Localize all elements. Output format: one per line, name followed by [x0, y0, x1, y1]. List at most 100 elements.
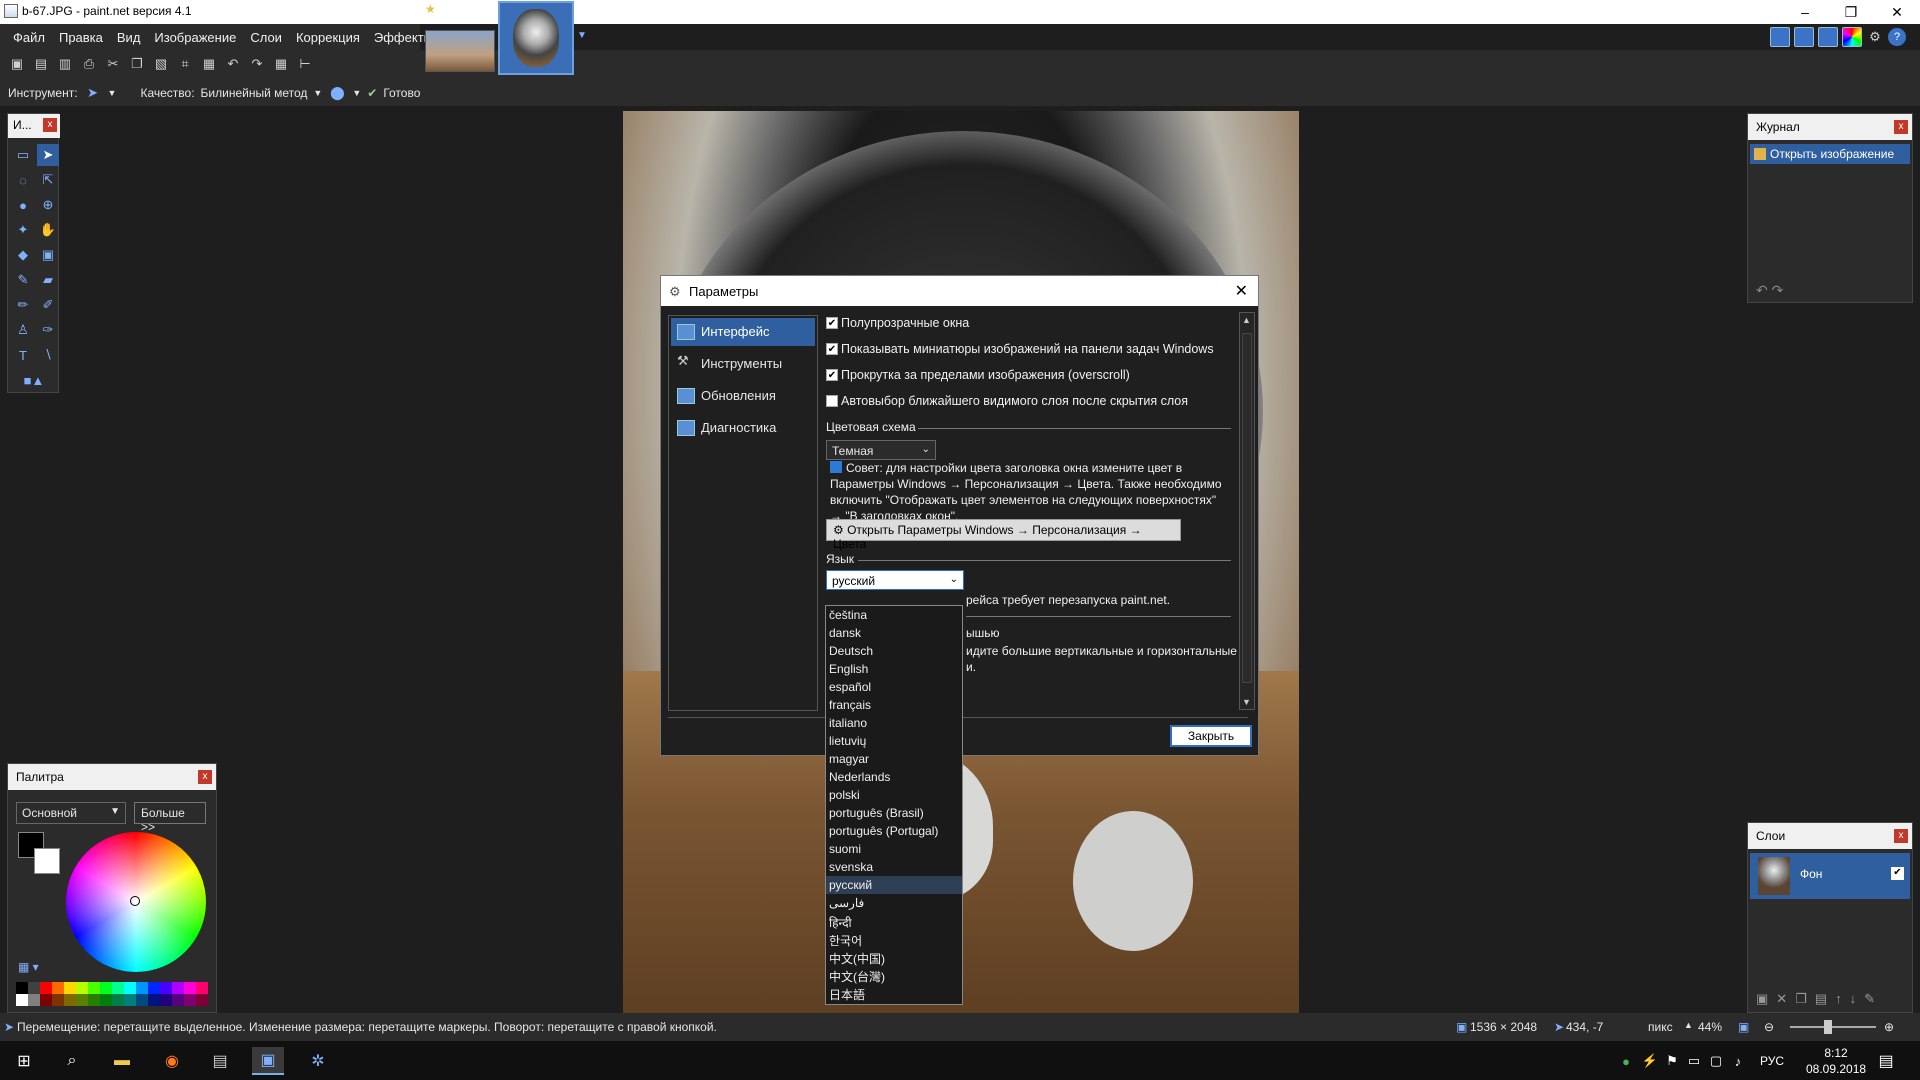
- swatch[interactable]: [64, 982, 76, 994]
- palette-more-button[interactable]: Больше >>: [134, 802, 206, 834]
- lasso-select-icon[interactable]: ◌: [12, 169, 34, 191]
- menu-edit[interactable]: Правка: [52, 30, 110, 45]
- zoom-fit-icon[interactable]: ▣: [1738, 1020, 1749, 1034]
- layers-close-button[interactable]: x: [1894, 829, 1908, 843]
- swatch[interactable]: [64, 994, 76, 1006]
- swatch[interactable]: [172, 982, 184, 994]
- menu-view[interactable]: Вид: [110, 30, 148, 45]
- text-icon[interactable]: T: [12, 344, 34, 366]
- redo-icon[interactable]: ↷: [1772, 282, 1784, 298]
- open-file-icon[interactable]: ▤: [32, 55, 50, 73]
- line-curve-icon[interactable]: ∖: [37, 344, 59, 366]
- nav-item-diagnostics[interactable]: Диагностика: [671, 414, 815, 442]
- scrollbar-thumb[interactable]: [1242, 333, 1252, 683]
- restore-button[interactable]: ❐: [1828, 0, 1874, 24]
- tray-clock[interactable]: 8:12 08.09.2018: [1806, 1045, 1866, 1077]
- ellipse-select-icon[interactable]: ●: [12, 194, 34, 216]
- language-option[interactable]: lietuvių: [826, 732, 962, 750]
- move-layer-down-icon[interactable]: ↓: [1850, 991, 1865, 1006]
- language-option[interactable]: italiano: [826, 714, 962, 732]
- language-option[interactable]: Deutsch: [826, 642, 962, 660]
- layer-row[interactable]: Фон ✔: [1750, 853, 1910, 899]
- new-file-icon[interactable]: ▣: [8, 55, 26, 73]
- swatch[interactable]: [148, 982, 160, 994]
- swatch[interactable]: [76, 994, 88, 1006]
- paint-bucket-icon[interactable]: ◆: [12, 244, 34, 266]
- layer-properties-icon[interactable]: ✎: [1864, 991, 1883, 1006]
- merge-layer-icon[interactable]: ▤: [1815, 991, 1835, 1006]
- app-gear-icon[interactable]: ✲: [302, 1047, 334, 1075]
- search-icon[interactable]: ⌕: [56, 1047, 88, 1075]
- zoom-out-icon[interactable]: ⊖: [1764, 1020, 1774, 1034]
- language-option[interactable]: हिन्दी: [826, 912, 962, 930]
- language-option[interactable]: português (Portugal): [826, 822, 962, 840]
- swatch[interactable]: [112, 994, 124, 1006]
- color-scheme-select[interactable]: Темная ⌄: [826, 440, 936, 460]
- settings-scrollbar[interactable]: ▲ ▼: [1239, 312, 1255, 710]
- language-option[interactable]: svenska: [826, 858, 962, 876]
- tray-flag-icon[interactable]: ⚑: [1662, 1047, 1682, 1075]
- quality-dropdown-icon[interactable]: ▼: [313, 88, 322, 98]
- tools-panel-close-button[interactable]: x: [43, 118, 57, 132]
- swatch[interactable]: [196, 982, 208, 994]
- copy-icon[interactable]: ❐: [128, 55, 146, 73]
- tray-language[interactable]: РУС: [1752, 1047, 1792, 1075]
- close-button[interactable]: Закрыть: [1170, 725, 1252, 747]
- swatch[interactable]: [136, 982, 148, 994]
- app-window-icon[interactable]: ▤: [204, 1047, 236, 1075]
- file-explorer-icon[interactable]: ▬: [106, 1047, 138, 1075]
- save-icon[interactable]: ▥: [56, 55, 74, 73]
- language-option[interactable]: magyar: [826, 750, 962, 768]
- star-icon[interactable]: ★: [425, 2, 436, 16]
- language-option[interactable]: français: [826, 696, 962, 714]
- color-wheel[interactable]: [66, 832, 206, 972]
- language-option[interactable]: dansk: [826, 624, 962, 642]
- swatch[interactable]: [52, 982, 64, 994]
- dialog-close-icon[interactable]: ✕: [1235, 281, 1248, 301]
- tray-battery-icon[interactable]: ▭: [1684, 1047, 1704, 1075]
- palette-close-button[interactable]: x: [198, 770, 212, 784]
- add-layer-icon[interactable]: ▣: [1756, 991, 1776, 1006]
- help-icon[interactable]: ?: [1888, 28, 1906, 46]
- undo-icon[interactable]: ↶: [224, 55, 242, 73]
- move-layer-up-icon[interactable]: ↑: [1835, 991, 1850, 1006]
- crop-icon[interactable]: ⌗: [176, 55, 194, 73]
- swatch[interactable]: [28, 982, 40, 994]
- rectangle-select-icon[interactable]: ▭: [12, 144, 34, 166]
- swatch[interactable]: [88, 982, 100, 994]
- language-option[interactable]: 한국어: [826, 930, 962, 948]
- swatch[interactable]: [196, 994, 208, 1006]
- swatch[interactable]: [76, 982, 88, 994]
- tray-network-icon[interactable]: ⚡: [1640, 1047, 1660, 1075]
- zoom-level[interactable]: 44%: [1698, 1020, 1722, 1034]
- image-tab-active[interactable]: [498, 1, 574, 75]
- move-selection-tool-icon[interactable]: ➤: [84, 84, 102, 102]
- minimize-button[interactable]: –: [1782, 0, 1828, 24]
- swatch[interactable]: [124, 982, 136, 994]
- magic-wand-icon[interactable]: ✦: [12, 219, 34, 241]
- swatch[interactable]: [124, 994, 136, 1006]
- move-selected-icon[interactable]: ⇱: [37, 169, 59, 191]
- checkbox-taskbar-thumbnails[interactable]: ✔ Показывать миниатюры изображений на па…: [826, 342, 1214, 356]
- swatch[interactable]: [160, 994, 172, 1006]
- units-select[interactable]: пикс: [1648, 1020, 1673, 1034]
- image-tab-house[interactable]: [425, 30, 495, 72]
- swatch[interactable]: [40, 994, 52, 1006]
- nav-item-updates[interactable]: Обновления: [671, 382, 815, 410]
- history-window-icon[interactable]: [1794, 27, 1814, 47]
- swatch[interactable]: [52, 994, 64, 1006]
- paste-icon[interactable]: ▧: [152, 55, 170, 73]
- checkbox[interactable]: [826, 395, 838, 407]
- scroll-down-icon[interactable]: ▼: [1242, 697, 1251, 707]
- checkbox[interactable]: ✔: [826, 369, 838, 381]
- language-option[interactable]: English: [826, 660, 962, 678]
- swatch[interactable]: [148, 994, 160, 1006]
- history-item[interactable]: Открыть изображение: [1750, 144, 1910, 164]
- clone-stamp-icon[interactable]: ♙: [12, 319, 34, 341]
- ruler-icon[interactable]: ⊢: [296, 55, 314, 73]
- colors-window-icon[interactable]: [1842, 27, 1862, 47]
- eraser-icon[interactable]: ▰: [37, 269, 59, 291]
- undo-icon[interactable]: ↶: [1756, 282, 1768, 298]
- tabs-dropdown-icon[interactable]: ▼: [577, 30, 587, 41]
- zoom-slider[interactable]: [1790, 1020, 1876, 1034]
